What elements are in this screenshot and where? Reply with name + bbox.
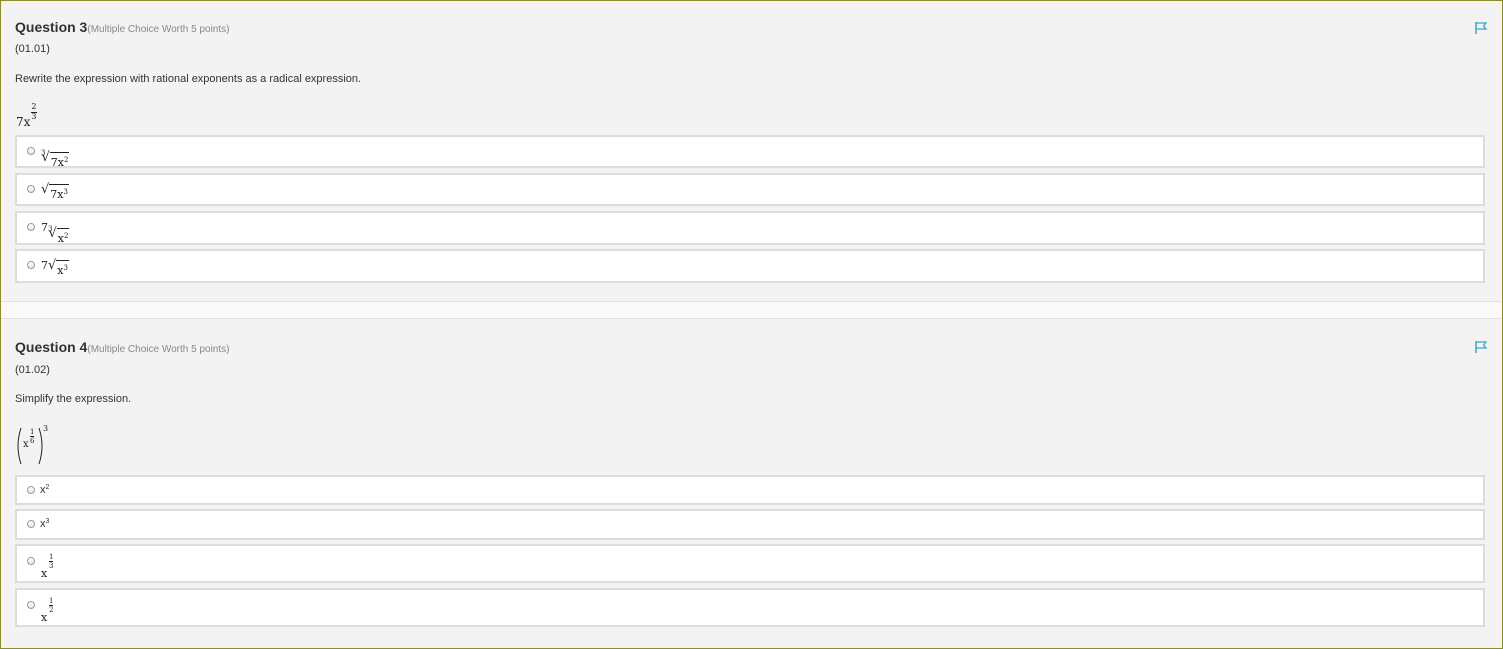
question-title: Question 4(Multiple Choice Worth 5 point… — [15, 339, 230, 355]
question-4: Question 4(Multiple Choice Worth 5 point… — [1, 319, 1502, 647]
question-worth: (Multiple Choice Worth 5 points) — [87, 344, 230, 355]
answer-option[interactable]: x3 — [15, 509, 1485, 540]
radio-button[interactable] — [27, 147, 35, 155]
question-prompt: Simplify the expression. — [15, 393, 132, 405]
radio-button[interactable] — [27, 601, 35, 609]
question-code: (01.02) — [15, 364, 50, 376]
answer-option[interactable]: 3 √ 7x2 — [15, 135, 1485, 169]
radio-button[interactable] — [27, 185, 35, 193]
question-expression: 7x 2 3 — [16, 102, 37, 129]
question-3: Question 3(Multiple Choice Worth 5 point… — [1, 1, 1502, 301]
question-code: (01.01) — [15, 43, 50, 55]
option-label: 7 3 √ x2 — [41, 221, 70, 245]
answer-option[interactable]: x 1 3 — [15, 544, 1485, 583]
flag-icon[interactable] — [1474, 340, 1488, 354]
answer-option[interactable]: 7 3 √ x2 — [15, 211, 1485, 245]
answer-option[interactable]: 7 √ x3 — [15, 249, 1485, 283]
option-label: 7 √ x3 — [41, 258, 69, 277]
option-label: x 1 2 — [41, 597, 54, 624]
answer-option[interactable]: x2 — [15, 475, 1485, 505]
question-prompt: Rewrite the expression with rational exp… — [15, 73, 362, 85]
question-separator — [1, 301, 1502, 319]
answer-option[interactable]: √ 7x3 — [15, 173, 1485, 206]
radio-button[interactable] — [27, 557, 35, 565]
radio-button[interactable] — [27, 223, 35, 231]
option-label: √ 7x3 — [41, 182, 69, 201]
radio-button[interactable] — [27, 261, 35, 269]
option-label: x 1 3 — [41, 553, 54, 580]
question-title: Question 3(Multiple Choice Worth 5 point… — [15, 19, 230, 35]
question-expression: x 1 6 3 — [15, 423, 49, 469]
option-label: x2 — [40, 484, 50, 496]
option-label: 3 √ 7x2 — [41, 149, 70, 169]
answer-option[interactable]: x 1 2 — [15, 588, 1485, 627]
flag-icon[interactable] — [1474, 21, 1488, 35]
radio-button[interactable] — [27, 486, 35, 494]
question-worth: (Multiple Choice Worth 5 points) — [87, 24, 230, 35]
radio-button[interactable] — [27, 520, 35, 528]
option-label: x3 — [40, 518, 50, 530]
